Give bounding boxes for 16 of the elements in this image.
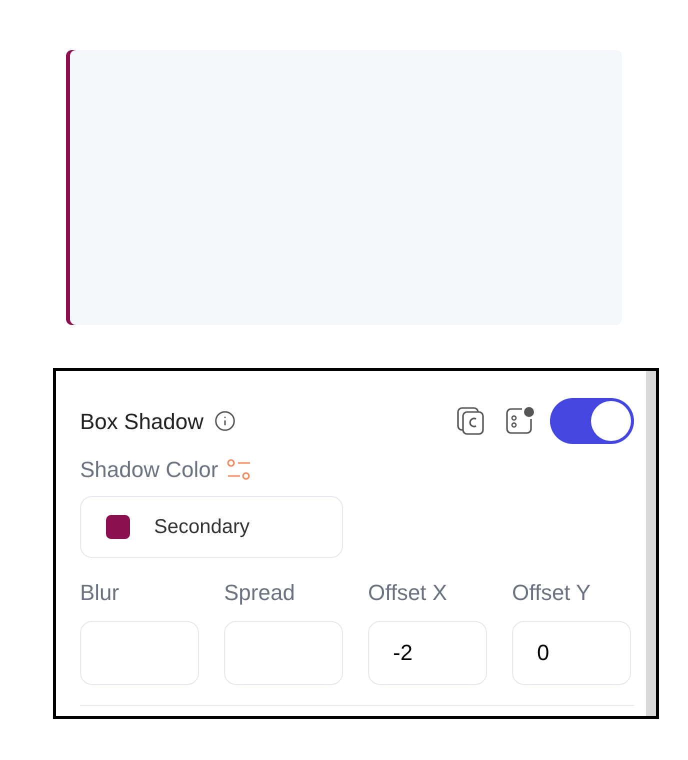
color-select[interactable]: Secondary <box>80 496 343 558</box>
copy-icon[interactable] <box>456 406 486 436</box>
field-label: Offset Y <box>512 579 592 607</box>
variable-icon[interactable] <box>504 406 534 436</box>
number-field[interactable] <box>80 621 199 685</box>
number-field[interactable]: 0 <box>512 621 631 685</box>
section-title: Box Shadow <box>80 408 204 436</box>
number-field[interactable] <box>224 621 343 685</box>
field-label: Offset X <box>368 579 448 607</box>
field-label: Blur <box>80 579 120 607</box>
number-field[interactable]: -2 <box>368 621 487 685</box>
info-icon[interactable] <box>214 410 236 432</box>
scrollbar[interactable] <box>646 371 656 716</box>
field-label: Spread <box>224 579 296 607</box>
field-label: Shadow Color <box>80 456 218 484</box>
toggle-switch[interactable] <box>550 398 634 444</box>
